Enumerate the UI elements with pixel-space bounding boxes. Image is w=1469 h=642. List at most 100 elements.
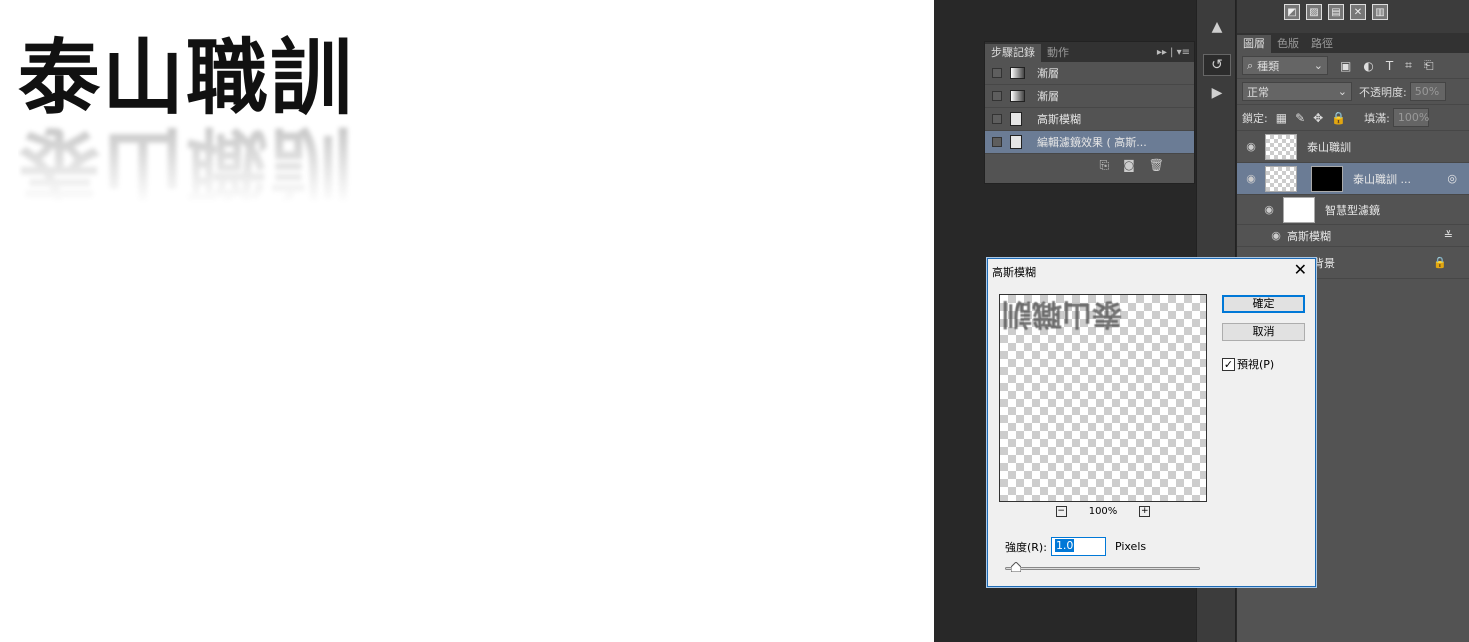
history-snapshot-checkbox[interactable] — [992, 114, 1002, 124]
lock-all-icon[interactable]: 🔒 — [1331, 111, 1346, 125]
history-panel-icon[interactable]: ↺ — [1203, 54, 1231, 76]
smart-filter-mask-thumbnail[interactable] — [1283, 196, 1315, 223]
preview-text: 泰山職訓 — [1002, 296, 1122, 331]
layer-kind-select[interactable]: ⌕ 種類 ⌄ — [1242, 56, 1328, 75]
opacity-input[interactable]: 50% — [1409, 82, 1446, 101]
document-canvas[interactable]: 泰山職訓 泰山職訓 — [0, 0, 934, 642]
history-footer: ⎘ ◙ 🗑 — [985, 154, 1194, 176]
smart-filter-row[interactable]: ◉ 智慧型濾鏡 — [1237, 195, 1469, 225]
dialog-title: 高斯模糊 — [992, 266, 1036, 279]
adjustment-selective-icon[interactable]: ✕ — [1350, 4, 1366, 20]
close-icon[interactable]: ✕ — [1294, 260, 1307, 279]
blend-mode-select[interactable]: 正常 ⌄ — [1242, 82, 1352, 101]
gaussian-blur-dialog: 高斯模糊 ✕ 泰山職訓 − 100% + 確定 取消 ✓ 預視(P) 強度(R)… — [987, 258, 1316, 587]
lock-label: 鎖定: — [1242, 111, 1268, 125]
filter-type-icon[interactable]: T — [1386, 59, 1393, 73]
document-icon — [1010, 135, 1022, 149]
layer-thumbnail — [1265, 165, 1297, 192]
layers-tabs: 圖層 色版 路徑 — [1237, 33, 1469, 53]
adjustment-curves-icon[interactable]: ◩ — [1284, 4, 1300, 20]
layer-mask-thumbnail[interactable] — [1311, 165, 1343, 192]
blend-mode-value: 正常 — [1247, 85, 1269, 99]
document-icon — [1010, 112, 1022, 126]
zoom-in-button[interactable]: + — [1139, 506, 1151, 517]
zoom-out-button[interactable]: − — [1055, 506, 1067, 517]
history-item-label: 高斯模糊 — [1037, 113, 1081, 126]
history-item[interactable]: 漸層 — [985, 85, 1194, 108]
history-item[interactable]: 漸層 — [985, 62, 1194, 85]
adjustment-threshold-icon[interactable]: ▤ — [1328, 4, 1344, 20]
filter-preview[interactable]: 泰山職訓 — [999, 294, 1207, 502]
layer-row-selected[interactable]: ◉ 泰山職訓 ... ◎ — [1237, 163, 1469, 195]
filter-smart-object-icon[interactable]: ⎗ — [1424, 58, 1434, 73]
radius-input[interactable]: 1.0 — [1050, 537, 1106, 556]
adjustment-gradient-map-icon[interactable]: ▥ — [1372, 4, 1388, 20]
lock-row: 鎖定: ▦ ✎ ✥ 🔒 填滿: 100% — [1237, 105, 1469, 131]
canvas-title-reflection: 泰山職訓 — [18, 122, 355, 204]
tab-history[interactable]: 步驟記錄 — [985, 44, 1041, 62]
new-document-icon[interactable]: ⎘ — [1100, 158, 1110, 173]
gradient-icon — [1010, 67, 1025, 79]
opacity-label: 不透明度: — [1359, 85, 1407, 99]
layer-name: 泰山職訓 ... — [1353, 172, 1411, 186]
history-snapshot-checkbox[interactable] — [992, 91, 1002, 101]
tab-layers[interactable]: 圖層 — [1237, 35, 1271, 53]
zoom-level: 100% — [1088, 506, 1118, 517]
history-item-label: 漸層 — [1037, 90, 1059, 103]
tab-channels[interactable]: 色版 — [1271, 35, 1305, 53]
filter-effect-row[interactable]: ◉ 高斯模糊 ≚ — [1237, 225, 1469, 247]
layer-name: 泰山職訓 — [1307, 140, 1351, 154]
radius-label: 強度(R): — [1005, 540, 1047, 554]
eye-icon[interactable]: ◉ — [1237, 140, 1265, 153]
camera-icon[interactable]: ◙ — [1123, 158, 1135, 172]
actions-play-icon[interactable]: ▶ — [1203, 82, 1231, 104]
history-item[interactable]: 高斯模糊 — [985, 108, 1194, 131]
filter-pixel-icon[interactable]: ▣ — [1340, 59, 1351, 73]
layer-name: 背景 — [1313, 256, 1335, 270]
blend-row: 正常 ⌄ 不透明度: 50% — [1237, 79, 1469, 105]
smart-filter-name: 智慧型濾鏡 — [1325, 203, 1380, 217]
canvas-title-text: 泰山職訓 — [18, 31, 355, 126]
panel-menu-icon[interactable]: ▸▸ | ▾≡ — [1157, 44, 1194, 62]
history-panel: 步驟記錄 動作 ▸▸ | ▾≡ 漸層 漸層 高斯模糊 編輯濾鏡效果 ( 高斯..… — [984, 41, 1195, 184]
slider-thumb-icon[interactable] — [1011, 562, 1021, 572]
fill-input[interactable]: 100% — [1392, 108, 1429, 127]
histogram-icon[interactable]: ▲ — [1203, 16, 1231, 38]
radius-row: 強度(R): 1.0 Pixels — [1005, 537, 1146, 556]
layer-row[interactable]: ◉ 泰山職訓 — [1237, 131, 1469, 163]
filter-shape-icon[interactable]: ⌗ — [1405, 58, 1412, 73]
lock-move-icon[interactable]: ✥ — [1313, 111, 1323, 125]
radius-slider[interactable] — [1005, 562, 1200, 572]
filter-adjustment-icon[interactable]: ◐ — [1363, 59, 1373, 73]
history-snapshot-checkbox[interactable] — [992, 137, 1002, 147]
ok-button[interactable]: 確定 — [1222, 295, 1305, 313]
trash-icon[interactable]: 🗑 — [1149, 158, 1164, 172]
fill-label: 填滿: — [1364, 111, 1390, 125]
filter-options-icon[interactable]: ≚ — [1444, 229, 1453, 242]
eye-icon[interactable]: ◉ — [1269, 229, 1283, 242]
preview-checkbox-row[interactable]: ✓ 預視(P) — [1222, 356, 1274, 372]
gradient-icon — [1010, 90, 1025, 102]
lock-transparent-icon[interactable]: ▦ — [1276, 111, 1287, 125]
smart-filter-badge-icon: ◎ — [1447, 172, 1457, 185]
filter-effect-name: 高斯模糊 — [1287, 229, 1331, 243]
cancel-button[interactable]: 取消 — [1222, 323, 1305, 341]
layer-kind-value: 種類 — [1257, 59, 1280, 73]
tab-paths[interactable]: 路徑 — [1305, 35, 1339, 53]
layer-filter-row: ⌕ 種類 ⌄ ▣ ◐ T ⌗ ⎗ — [1237, 53, 1469, 79]
lock-brush-icon[interactable]: ✎ — [1295, 111, 1305, 125]
lock-icon: 🔒 — [1433, 256, 1447, 269]
tab-actions[interactable]: 動作 — [1041, 44, 1075, 62]
eye-icon[interactable]: ◉ — [1255, 203, 1283, 216]
history-snapshot-checkbox[interactable] — [992, 68, 1002, 78]
history-tabs: 步驟記錄 動作 ▸▸ | ▾≡ — [985, 42, 1194, 62]
radius-unit: Pixels — [1114, 540, 1147, 553]
layer-thumbnail — [1265, 133, 1297, 160]
preview-checkbox[interactable]: ✓ — [1222, 357, 1235, 371]
zoom-controls: − 100% + — [999, 506, 1207, 517]
history-item-selected[interactable]: 編輯濾鏡效果 ( 高斯... — [985, 131, 1194, 154]
adjustments-icon-row: ◩ ▨ ▤ ✕ ▥ — [1284, 4, 1388, 24]
adjustment-gradient-icon[interactable]: ▨ — [1306, 4, 1322, 20]
eye-icon[interactable]: ◉ — [1237, 172, 1265, 185]
preview-label: 預視(P) — [1237, 358, 1275, 371]
